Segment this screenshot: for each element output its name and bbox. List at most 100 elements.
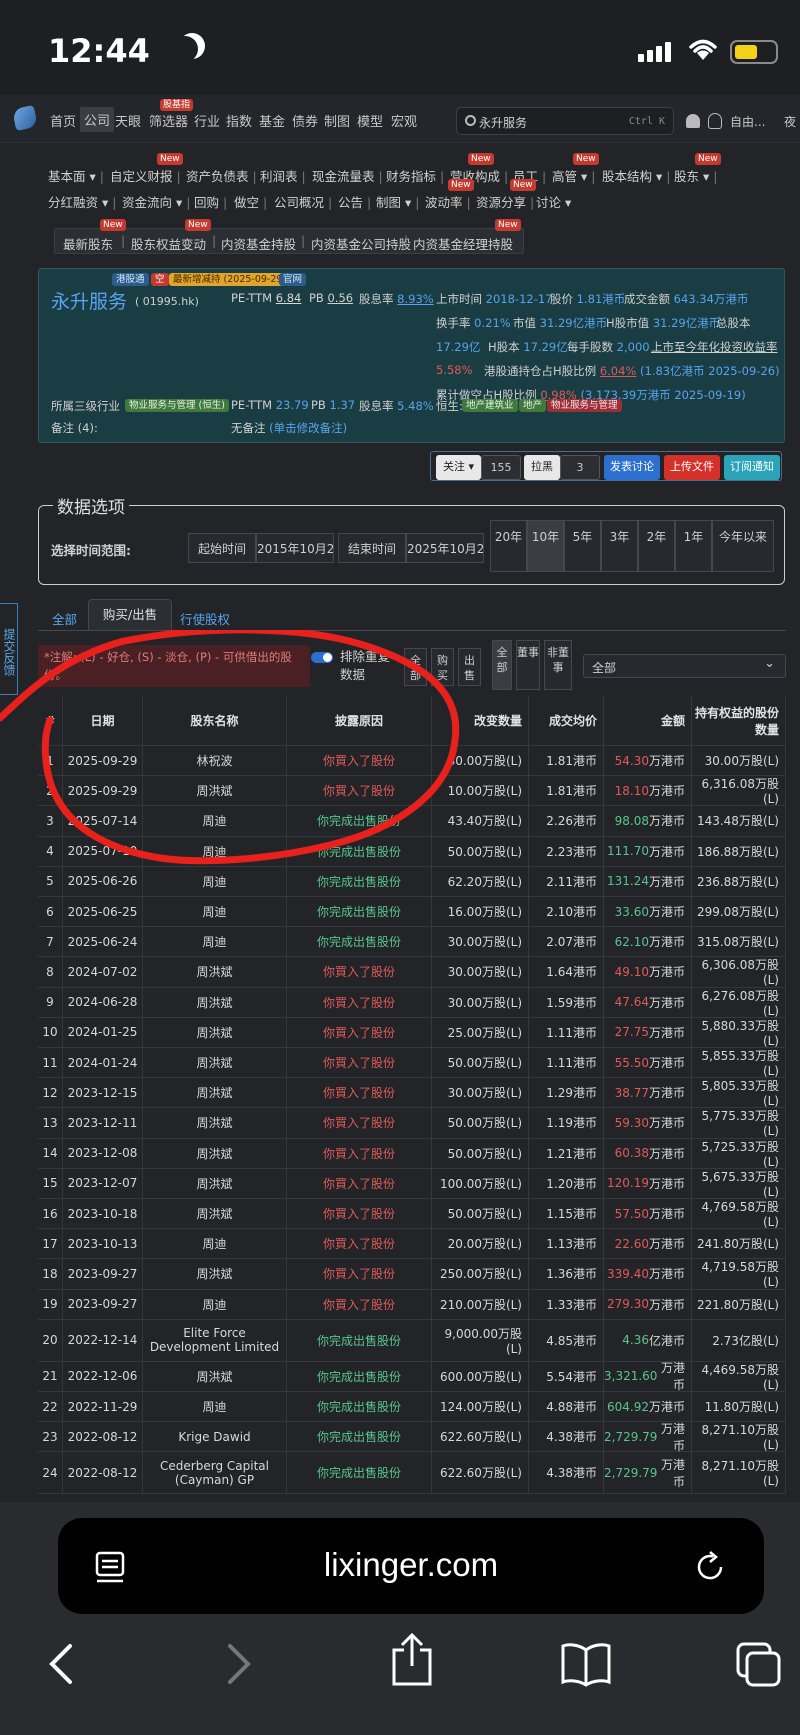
upload-file-button[interactable]: 上传文件 [664, 455, 720, 480]
end-date-input[interactable]: 2025年10月2日 [406, 533, 484, 563]
holder-name[interactable]: 周洪斌 [143, 1048, 287, 1078]
subnav-short[interactable]: 做空 | [234, 192, 267, 211]
subnav-share-structure[interactable]: 股本结构 ▾ | [602, 166, 670, 185]
subnav-shareholders[interactable]: 股东 ▾ | [674, 166, 717, 185]
address-bar[interactable]: lixinger.com [58, 1518, 764, 1614]
range-1y[interactable]: 1年 [675, 520, 712, 572]
holder-name[interactable]: 周洪斌 [143, 987, 287, 1017]
annualized-return-label[interactable]: 上市至今年化投资收益率 [651, 339, 778, 355]
nav-fund[interactable]: 基金 [259, 111, 285, 130]
search-input[interactable]: 永升服务 Ctrl K [456, 107, 674, 135]
subnav-custom-report[interactable]: 自定义财报 | [110, 166, 181, 185]
bookmarks-icon[interactable] [560, 1640, 612, 1688]
filter-all2-button[interactable]: 全部 [492, 640, 512, 690]
holder-name[interactable]: 周迪 [143, 1289, 287, 1319]
holder-name[interactable]: 周洪斌 [143, 1361, 287, 1391]
user-name[interactable]: 自由... [730, 113, 765, 130]
tag-official-site[interactable]: 官网 [279, 273, 307, 286]
holder-name[interactable]: 周洪斌 [143, 957, 287, 987]
subnav-capital-flow[interactable]: 资金流向 ▾ | [122, 192, 190, 211]
nav-industry[interactable]: 行业 [194, 111, 220, 130]
subnav-fundamentals[interactable]: 基本面 ▾ | [48, 166, 104, 185]
range-2y[interactable]: 2年 [638, 520, 675, 572]
block-button[interactable]: 拉黑 [524, 455, 560, 480]
subnav-resources[interactable]: 资源分享 | [476, 192, 534, 211]
range-5y[interactable]: 5年 [564, 520, 601, 572]
tag-latest-change[interactable]: 最新增减持 (2025-09-29) [169, 273, 291, 286]
nav-tianyan[interactable]: 天眼 [115, 111, 141, 130]
holder-name[interactable]: 周洪斌 [143, 1168, 287, 1198]
subnav-discussion[interactable]: 讨论 ▾ [536, 192, 571, 211]
follow-button[interactable]: 关注 ▾ [436, 455, 481, 480]
holder-name[interactable]: 周迪 [143, 806, 287, 836]
subnav-profile[interactable]: 公司概况 | [274, 192, 332, 211]
nav-chart[interactable]: 制图 [324, 111, 350, 130]
bell-icon[interactable] [686, 114, 700, 128]
filter-nondirector-button[interactable]: 非董事 [544, 640, 572, 690]
nav-home[interactable]: 首页 [50, 111, 76, 130]
holder-name[interactable]: 周洪斌 [143, 1078, 287, 1108]
filter-select[interactable]: 全部 ⌄ [583, 654, 786, 678]
filter-buy-button[interactable]: 购买 [431, 648, 454, 686]
reload-icon[interactable] [694, 1550, 728, 1584]
subtab-latest-holders[interactable]: 最新股东 [63, 234, 113, 253]
tab-buy-sell[interactable]: 购买/出售 [88, 599, 172, 631]
holder-name[interactable]: 周洪斌 [143, 1259, 287, 1289]
subnav-volatility[interactable]: 波动率 | [425, 192, 471, 211]
tab-all[interactable]: 全部 [52, 609, 77, 628]
nav-screener[interactable]: 筛选器 [149, 111, 188, 130]
subtab-domestic-fund[interactable]: 内资基金持股 [221, 234, 296, 253]
subtab-fund-manager[interactable]: 内资基金经理持股 [413, 234, 513, 253]
back-icon[interactable] [46, 1640, 76, 1688]
holder-name[interactable]: Krige Dawid [143, 1422, 287, 1452]
holder-name[interactable]: 周迪 [143, 1392, 287, 1422]
holder-name[interactable]: 周迪 [143, 927, 287, 957]
filter-director-button[interactable]: 董事 [516, 640, 540, 690]
subnav-executives[interactable]: 高管 ▾ | [552, 166, 595, 185]
holder-name[interactable]: 周洪斌 [143, 776, 287, 806]
forward-icon[interactable] [224, 1640, 254, 1688]
subnav-balance-sheet[interactable]: 资产负债表 | [186, 166, 257, 185]
holder-name[interactable]: 周迪 [143, 1229, 287, 1259]
subtab-equity-change[interactable]: 股东权益变动 [131, 234, 206, 253]
subtab-fund-company[interactable]: 内资基金公司持股 [311, 234, 411, 253]
edit-note-link[interactable]: (单击修改备注) [269, 421, 347, 435]
nav-company[interactable]: 公司 [80, 107, 115, 132]
range-10y[interactable]: 10年 [527, 520, 564, 572]
holder-name[interactable]: Cederberg Capital (Cayman) GP [143, 1452, 287, 1494]
holder-name[interactable]: 周迪 [143, 866, 287, 896]
subnav-dividend[interactable]: 分红融资 ▾ | [48, 192, 116, 211]
tabs-icon[interactable] [734, 1640, 784, 1690]
holder-name[interactable]: 周洪斌 [143, 1138, 287, 1168]
holder-name[interactable]: 周洪斌 [143, 1017, 287, 1047]
range-3y[interactable]: 3年 [601, 520, 638, 572]
feedback-button[interactable]: 提交反馈 [0, 603, 18, 695]
nav-macro[interactable]: 宏观 [391, 111, 417, 130]
lixinger-logo[interactable] [11, 104, 39, 132]
subnav-cashflow[interactable]: 现金流量表 | [312, 166, 383, 185]
subnav-financial-indicators[interactable]: 财务指标 | [386, 166, 444, 185]
subscribe-button[interactable]: 订阅通知 [724, 455, 780, 480]
post-discussion-button[interactable]: 发表讨论 [604, 455, 660, 480]
filter-all-button[interactable]: 全部 [404, 648, 427, 686]
holder-name[interactable]: 周迪 [143, 836, 287, 866]
industry-tag[interactable]: 物业服务与管理 (恒生) [125, 399, 229, 412]
subnav-chart[interactable]: 制图 ▾ | [376, 192, 419, 211]
range-20y[interactable]: 20年 [490, 520, 527, 572]
holder-name[interactable]: 林祝波 [143, 746, 287, 776]
range-ytd[interactable]: 今年以来 [712, 520, 774, 572]
subnav-announcement[interactable]: 公告 | [338, 192, 371, 211]
holder-name[interactable]: 周迪 [143, 897, 287, 927]
nav-bond[interactable]: 债券 [292, 111, 318, 130]
hs-tag-construction[interactable]: 地产建筑业 [462, 399, 518, 412]
share-icon[interactable] [390, 1632, 434, 1688]
subnav-income[interactable]: 利润表 | [260, 166, 306, 185]
filter-sell-button[interactable]: 出售 [458, 648, 481, 686]
nav-model[interactable]: 模型 [357, 111, 383, 130]
holder-name[interactable]: 周洪斌 [143, 1108, 287, 1138]
nav-index[interactable]: 指数 [226, 111, 252, 130]
hs-tag-property[interactable]: 地产 [519, 399, 547, 412]
user-icon[interactable] [708, 113, 722, 129]
night-mode-toggle[interactable]: 夜 [784, 113, 796, 130]
holder-name[interactable]: Elite Force Development Limited [143, 1319, 287, 1361]
